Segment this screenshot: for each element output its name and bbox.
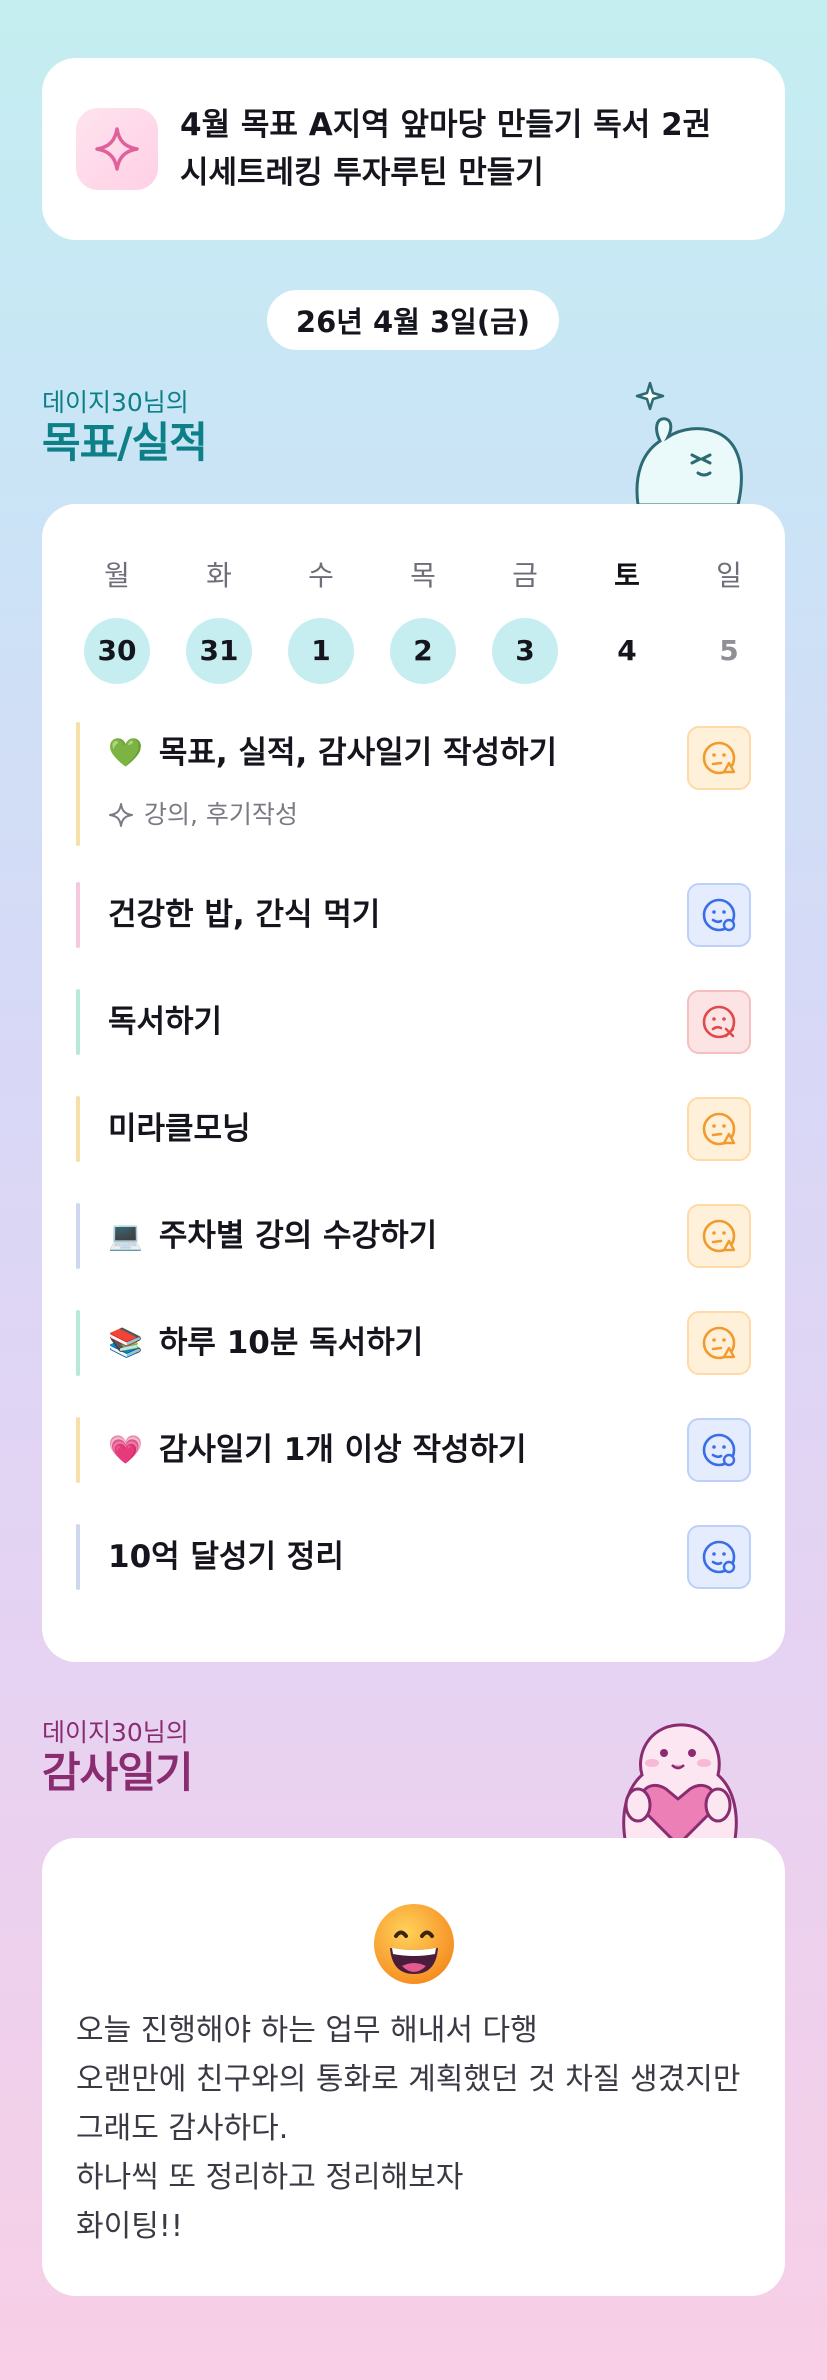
task-subtext: 강의, 후기작성	[108, 798, 298, 832]
task-title: 💗 감사일기 1개 이상 작성하기	[108, 1429, 527, 1471]
task-bar	[76, 1096, 80, 1162]
task-bar	[76, 1310, 80, 1376]
day-fri[interactable]: 금 3	[492, 556, 558, 684]
goals-section-title: 데이지30님의 목표/실적	[42, 388, 208, 467]
face-warning-icon[interactable]	[687, 726, 751, 790]
face-fail-icon[interactable]	[687, 990, 751, 1054]
face-ok-icon[interactable]	[687, 883, 751, 947]
task-bar	[76, 722, 80, 846]
task-bar	[76, 1524, 80, 1590]
task-bar	[76, 882, 80, 948]
task-bar	[76, 1417, 80, 1483]
date-pill[interactable]: 26년 4월 3일(금)	[267, 290, 559, 350]
task-item[interactable]: 💻 주차별 강의 수강하기	[76, 1203, 751, 1269]
monthly-goal-card[interactable]: 4월 목표 A지역 앞마당 만들기 독서 2권 시세트레킹 투자루틴 만들기	[42, 58, 785, 240]
task-bar	[76, 1203, 80, 1269]
task-title: 건강한 밥, 간식 먹기	[108, 897, 381, 933]
task-title: 💚 목표, 실적, 감사일기 작성하기	[108, 732, 557, 774]
laptop-icon: 💻	[108, 1219, 143, 1252]
task-item[interactable]: 💚 목표, 실적, 감사일기 작성하기 강의, 후기작성	[76, 722, 751, 846]
task-title: 10억 달성기 정리	[108, 1539, 344, 1575]
gratitude-journal-card[interactable]: 오늘 진행해야 하는 업무 해내서 다행 오랜만에 친구와의 통화로 계획했던 …	[42, 1838, 785, 2296]
task-title: 독서하기	[108, 1004, 223, 1040]
task-bar	[76, 989, 80, 1055]
task-item[interactable]: 건강한 밥, 간식 먹기	[76, 882, 751, 948]
mascot-heart-icon	[622, 1723, 738, 1845]
task-item[interactable]: 📚 하루 10분 독서하기	[76, 1310, 751, 1376]
week-strip: 월 30 화 31 수 1 목 2 금 3 토 4 일 5	[42, 556, 785, 686]
task-item[interactable]: 10억 달성기 정리	[76, 1524, 751, 1590]
books-icon: 📚	[108, 1326, 143, 1359]
face-warning-icon[interactable]	[687, 1311, 751, 1375]
day-wed[interactable]: 수 1	[288, 556, 354, 684]
monthly-goal-text: 4월 목표 A지역 앞마당 만들기 독서 2권 시세트레킹 투자루틴 만들기	[180, 107, 712, 191]
task-title: 미라클모닝	[108, 1111, 251, 1147]
day-tue[interactable]: 화 31	[186, 556, 252, 684]
day-mon[interactable]: 월 30	[84, 556, 150, 684]
task-title: 💻 주차별 강의 수강하기	[108, 1215, 437, 1257]
goals-card: 월 30 화 31 수 1 목 2 금 3 토 4 일 5 �	[42, 504, 785, 1662]
day-thu[interactable]: 목 2	[390, 556, 456, 684]
day-sun[interactable]: 일 5	[696, 556, 762, 684]
sparkle-icon	[76, 108, 158, 190]
face-ok-icon[interactable]	[687, 1418, 751, 1482]
sparkle-outline-icon	[109, 803, 133, 827]
day-sat[interactable]: 토 4	[594, 556, 660, 684]
task-title: 📚 하루 10분 독서하기	[108, 1322, 423, 1364]
face-warning-icon[interactable]	[687, 1204, 751, 1268]
task-item[interactable]: 미라클모닝	[76, 1096, 751, 1162]
thanks-section-title: 데이지30님의 감사일기	[42, 1718, 194, 1797]
pink-heart-icon: 💗	[108, 1433, 143, 1466]
face-ok-icon[interactable]	[687, 1525, 751, 1589]
gratitude-text: 오늘 진행해야 하는 업무 해내서 다행 오랜만에 친구와의 통화로 계획했던 …	[76, 2013, 741, 2244]
grinning-face-icon	[374, 1904, 454, 1984]
green-heart-icon: 💚	[108, 736, 143, 769]
task-item[interactable]: 독서하기	[76, 989, 751, 1055]
face-warning-icon[interactable]	[687, 1097, 751, 1161]
mascot-thumbs-up-icon	[635, 381, 743, 505]
task-item[interactable]: 💗 감사일기 1개 이상 작성하기	[76, 1417, 751, 1483]
